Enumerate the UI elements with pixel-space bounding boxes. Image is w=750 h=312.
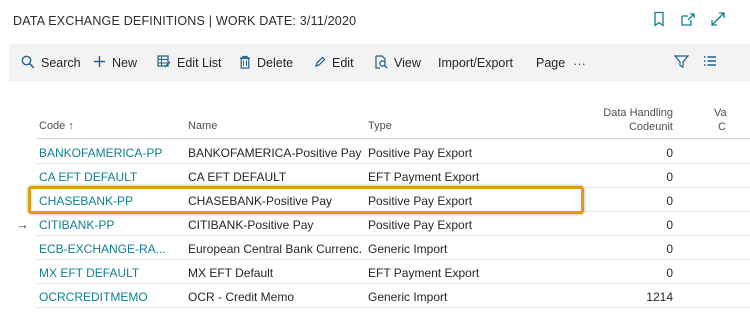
code-link[interactable]: OCRCREDITMEMO bbox=[39, 290, 179, 304]
edit-button[interactable]: Edit bbox=[314, 44, 354, 82]
code-link[interactable]: MX EFT DEFAULT bbox=[39, 266, 179, 280]
action-bar: Search New Edit List Delete Edit View Im… bbox=[9, 44, 750, 82]
code-link[interactable]: ECB-EXCHANGE-RA... bbox=[39, 242, 179, 256]
type-cell: EFT Payment Export bbox=[368, 170, 480, 184]
handling-header-line1: Data Handling bbox=[603, 107, 673, 119]
view-icon bbox=[374, 54, 394, 72]
row-highlight-box bbox=[28, 186, 584, 214]
column-header-name[interactable]: Name bbox=[188, 120, 217, 132]
type-cell: EFT Payment Export bbox=[368, 266, 480, 280]
truncated-header-line2: C bbox=[718, 121, 726, 133]
table-row[interactable]: ECB-EXCHANGE-RA... European Central Bank… bbox=[9, 236, 750, 260]
page-label: Page bbox=[536, 56, 566, 70]
handling-cell: 0 bbox=[666, 266, 673, 280]
delete-button[interactable]: Delete bbox=[239, 44, 293, 82]
bookmark-icon[interactable] bbox=[652, 11, 666, 27]
search-icon bbox=[21, 55, 41, 72]
edit-list-icon bbox=[157, 55, 177, 71]
view-button[interactable]: View bbox=[374, 44, 421, 82]
sort-ascending-icon: ↑ bbox=[68, 120, 74, 132]
column-header-truncated[interactable]: Va C bbox=[714, 106, 727, 134]
more-options-button[interactable]: ··· bbox=[573, 44, 586, 82]
edit-list-label: Edit List bbox=[177, 56, 222, 70]
new-label: New bbox=[112, 56, 138, 70]
page-header: DATA EXCHANGE DEFINITIONS | WORK DATE: 3… bbox=[0, 0, 750, 41]
handling-cell: 0 bbox=[666, 194, 673, 208]
header-icons bbox=[652, 11, 726, 27]
handling-header-line2: Codeunit bbox=[628, 121, 673, 133]
page-title: DATA EXCHANGE DEFINITIONS | WORK DATE: 3… bbox=[13, 14, 357, 28]
page-menu[interactable]: Page bbox=[536, 44, 565, 82]
handling-cell: 1214 bbox=[646, 290, 673, 304]
table-row[interactable]: OCRCREDITMEMO OCR - Credit Memo Generic … bbox=[9, 284, 750, 308]
column-header-type[interactable]: Type bbox=[368, 120, 392, 132]
name-cell: CITIBANK-Positive Pay bbox=[188, 218, 314, 232]
expand-icon[interactable] bbox=[710, 11, 726, 27]
name-cell: CA EFT DEFAULT bbox=[188, 170, 287, 184]
truncated-header-line1: Va bbox=[714, 107, 727, 119]
handling-cell: 0 bbox=[666, 146, 673, 160]
search-label: Search bbox=[41, 56, 81, 70]
open-in-new-window-icon[interactable] bbox=[680, 11, 696, 27]
handling-cell: 0 bbox=[666, 218, 673, 232]
name-cell: MX EFT Default bbox=[188, 266, 274, 280]
table-row[interactable]: BANKOFAMERICA-PP BANKOFAMERICA-Positive … bbox=[9, 140, 750, 164]
column-header-code[interactable]: Code ↑ bbox=[39, 120, 74, 132]
name-cell: BANKOFAMERICA-Positive Pay bbox=[188, 146, 362, 160]
table-row[interactable]: → CITIBANK-PP CITIBANK-Positive Pay Posi… bbox=[9, 212, 750, 236]
more-label: ··· bbox=[573, 55, 586, 71]
name-cell: OCR - Credit Memo bbox=[188, 290, 295, 304]
list-view-icon[interactable] bbox=[703, 54, 717, 73]
row-divider bbox=[36, 307, 750, 308]
view-label: View bbox=[394, 56, 421, 70]
type-cell: Generic Import bbox=[368, 290, 448, 304]
column-header-data-handling-codeunit[interactable]: Data Handling Codeunit bbox=[603, 106, 673, 134]
new-button[interactable]: New bbox=[93, 44, 137, 82]
delete-label: Delete bbox=[257, 56, 294, 70]
type-cell: Positive Pay Export bbox=[368, 146, 473, 160]
filter-icon[interactable] bbox=[673, 54, 690, 74]
handling-cell: 0 bbox=[666, 170, 673, 184]
type-cell: Generic Import bbox=[368, 242, 448, 256]
edit-list-button[interactable]: Edit List bbox=[157, 44, 221, 82]
edit-label: Edit bbox=[332, 56, 354, 70]
import-export-menu[interactable]: Import/Export bbox=[438, 44, 513, 82]
name-cell: European Central Bank Currenc... bbox=[188, 242, 363, 256]
table-row[interactable]: MX EFT DEFAULT MX EFT Default EFT Paymen… bbox=[9, 260, 750, 284]
import-export-label: Import/Export bbox=[438, 56, 514, 70]
code-header-label: Code bbox=[39, 120, 66, 132]
pencil-icon bbox=[314, 56, 332, 71]
plus-icon bbox=[93, 55, 112, 71]
search-button[interactable]: Search bbox=[21, 44, 81, 82]
header-divider bbox=[36, 138, 750, 139]
trash-icon bbox=[239, 55, 257, 72]
code-link[interactable]: CITIBANK-PP bbox=[39, 218, 179, 232]
current-row-arrow-icon: → bbox=[16, 217, 29, 232]
code-link[interactable]: BANKOFAMERICA-PP bbox=[39, 146, 179, 160]
handling-cell: 0 bbox=[666, 242, 673, 256]
code-link[interactable]: CA EFT DEFAULT bbox=[39, 170, 179, 184]
type-cell: Positive Pay Export bbox=[368, 218, 473, 232]
table-row[interactable]: CA EFT DEFAULT CA EFT DEFAULT EFT Paymen… bbox=[9, 164, 750, 188]
